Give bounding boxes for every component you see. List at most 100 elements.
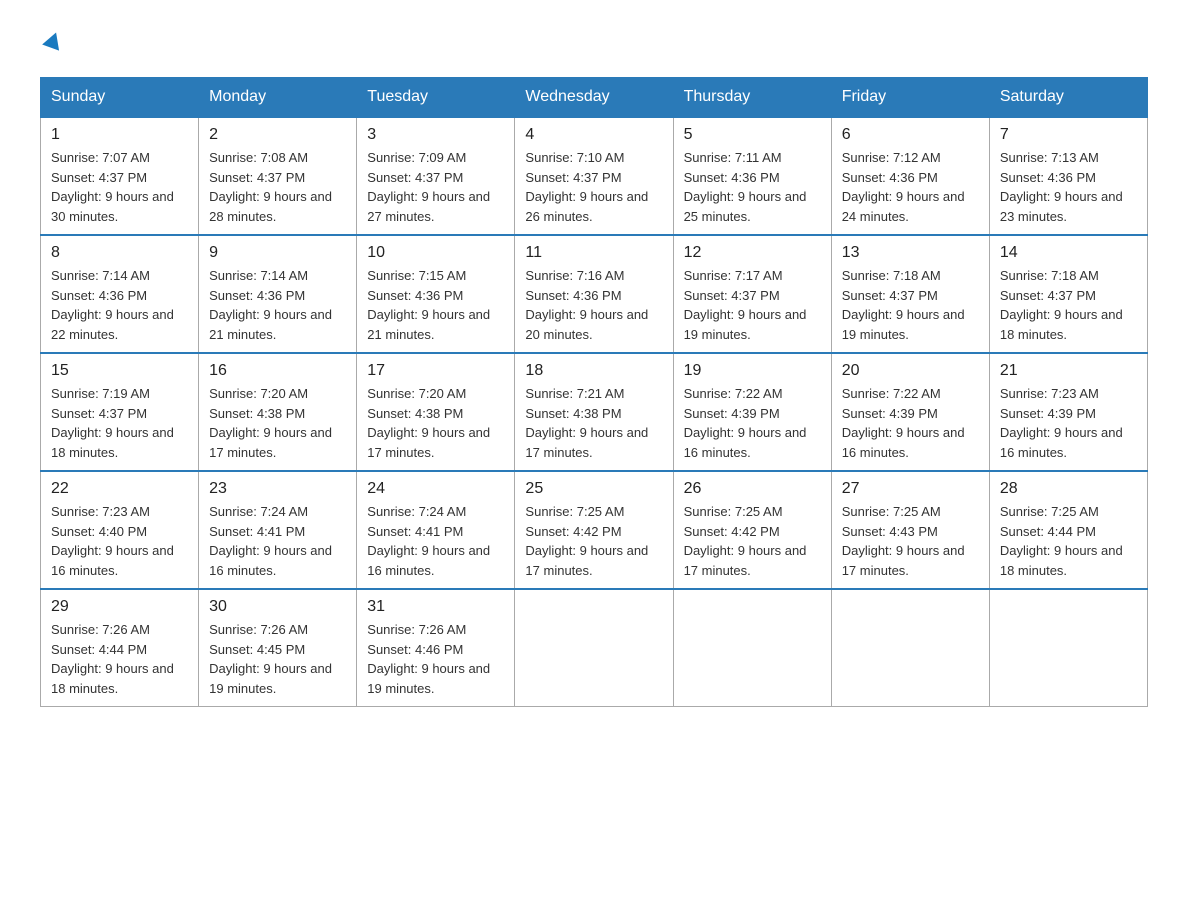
day-number: 10 [367, 244, 504, 262]
day-number: 20 [842, 362, 979, 380]
day-number: 13 [842, 244, 979, 262]
calendar-cell: 15 Sunrise: 7:19 AMSunset: 4:37 PMDaylig… [41, 353, 199, 471]
day-number: 16 [209, 362, 346, 380]
calendar-cell: 16 Sunrise: 7:20 AMSunset: 4:38 PMDaylig… [199, 353, 357, 471]
logo [40, 30, 64, 57]
calendar-cell: 31 Sunrise: 7:26 AMSunset: 4:46 PMDaylig… [357, 589, 515, 707]
day-number: 19 [684, 362, 821, 380]
day-info: Sunrise: 7:24 AMSunset: 4:41 PMDaylight:… [209, 502, 346, 580]
day-number: 30 [209, 598, 346, 616]
weekday-header-sunday: Sunday [41, 78, 199, 118]
day-info: Sunrise: 7:25 AMSunset: 4:43 PMDaylight:… [842, 502, 979, 580]
day-info: Sunrise: 7:21 AMSunset: 4:38 PMDaylight:… [525, 384, 662, 462]
calendar-cell: 17 Sunrise: 7:20 AMSunset: 4:38 PMDaylig… [357, 353, 515, 471]
calendar-cell: 22 Sunrise: 7:23 AMSunset: 4:40 PMDaylig… [41, 471, 199, 589]
day-info: Sunrise: 7:17 AMSunset: 4:37 PMDaylight:… [684, 266, 821, 344]
calendar-cell [831, 589, 989, 707]
calendar-cell [673, 589, 831, 707]
weekday-header-wednesday: Wednesday [515, 78, 673, 118]
day-number: 12 [684, 244, 821, 262]
day-number: 3 [367, 126, 504, 144]
day-info: Sunrise: 7:11 AMSunset: 4:36 PMDaylight:… [684, 148, 821, 226]
day-info: Sunrise: 7:16 AMSunset: 4:36 PMDaylight:… [525, 266, 662, 344]
day-info: Sunrise: 7:23 AMSunset: 4:39 PMDaylight:… [1000, 384, 1137, 462]
day-number: 25 [525, 480, 662, 498]
day-number: 24 [367, 480, 504, 498]
day-number: 4 [525, 126, 662, 144]
day-number: 27 [842, 480, 979, 498]
day-info: Sunrise: 7:18 AMSunset: 4:37 PMDaylight:… [1000, 266, 1137, 344]
calendar-cell: 23 Sunrise: 7:24 AMSunset: 4:41 PMDaylig… [199, 471, 357, 589]
day-info: Sunrise: 7:20 AMSunset: 4:38 PMDaylight:… [209, 384, 346, 462]
calendar-week-5: 29 Sunrise: 7:26 AMSunset: 4:44 PMDaylig… [41, 589, 1148, 707]
day-info: Sunrise: 7:24 AMSunset: 4:41 PMDaylight:… [367, 502, 504, 580]
day-number: 18 [525, 362, 662, 380]
day-info: Sunrise: 7:25 AMSunset: 4:44 PMDaylight:… [1000, 502, 1137, 580]
calendar-cell: 20 Sunrise: 7:22 AMSunset: 4:39 PMDaylig… [831, 353, 989, 471]
day-number: 15 [51, 362, 188, 380]
day-info: Sunrise: 7:13 AMSunset: 4:36 PMDaylight:… [1000, 148, 1137, 226]
day-number: 8 [51, 244, 188, 262]
calendar-cell: 6 Sunrise: 7:12 AMSunset: 4:36 PMDayligh… [831, 117, 989, 235]
day-number: 1 [51, 126, 188, 144]
calendar-cell: 27 Sunrise: 7:25 AMSunset: 4:43 PMDaylig… [831, 471, 989, 589]
calendar-week-3: 15 Sunrise: 7:19 AMSunset: 4:37 PMDaylig… [41, 353, 1148, 471]
calendar-cell [515, 589, 673, 707]
day-info: Sunrise: 7:22 AMSunset: 4:39 PMDaylight:… [684, 384, 821, 462]
day-info: Sunrise: 7:12 AMSunset: 4:36 PMDaylight:… [842, 148, 979, 226]
calendar-cell: 12 Sunrise: 7:17 AMSunset: 4:37 PMDaylig… [673, 235, 831, 353]
day-number: 2 [209, 126, 346, 144]
page-header [40, 30, 1148, 57]
calendar-cell: 18 Sunrise: 7:21 AMSunset: 4:38 PMDaylig… [515, 353, 673, 471]
day-info: Sunrise: 7:14 AMSunset: 4:36 PMDaylight:… [209, 266, 346, 344]
calendar-cell: 13 Sunrise: 7:18 AMSunset: 4:37 PMDaylig… [831, 235, 989, 353]
day-number: 17 [367, 362, 504, 380]
calendar-cell: 26 Sunrise: 7:25 AMSunset: 4:42 PMDaylig… [673, 471, 831, 589]
calendar-cell: 1 Sunrise: 7:07 AMSunset: 4:37 PMDayligh… [41, 117, 199, 235]
day-number: 11 [525, 244, 662, 262]
day-info: Sunrise: 7:14 AMSunset: 4:36 PMDaylight:… [51, 266, 188, 344]
calendar-cell: 9 Sunrise: 7:14 AMSunset: 4:36 PMDayligh… [199, 235, 357, 353]
day-info: Sunrise: 7:09 AMSunset: 4:37 PMDaylight:… [367, 148, 504, 226]
calendar-cell: 5 Sunrise: 7:11 AMSunset: 4:36 PMDayligh… [673, 117, 831, 235]
weekday-header-saturday: Saturday [989, 78, 1147, 118]
day-number: 29 [51, 598, 188, 616]
day-number: 14 [1000, 244, 1137, 262]
day-info: Sunrise: 7:15 AMSunset: 4:36 PMDaylight:… [367, 266, 504, 344]
day-info: Sunrise: 7:25 AMSunset: 4:42 PMDaylight:… [684, 502, 821, 580]
day-info: Sunrise: 7:07 AMSunset: 4:37 PMDaylight:… [51, 148, 188, 226]
weekday-header-friday: Friday [831, 78, 989, 118]
calendar-cell: 28 Sunrise: 7:25 AMSunset: 4:44 PMDaylig… [989, 471, 1147, 589]
day-info: Sunrise: 7:20 AMSunset: 4:38 PMDaylight:… [367, 384, 504, 462]
weekday-header-thursday: Thursday [673, 78, 831, 118]
day-info: Sunrise: 7:18 AMSunset: 4:37 PMDaylight:… [842, 266, 979, 344]
calendar-cell: 10 Sunrise: 7:15 AMSunset: 4:36 PMDaylig… [357, 235, 515, 353]
day-number: 28 [1000, 480, 1137, 498]
calendar-cell: 25 Sunrise: 7:25 AMSunset: 4:42 PMDaylig… [515, 471, 673, 589]
calendar-week-2: 8 Sunrise: 7:14 AMSunset: 4:36 PMDayligh… [41, 235, 1148, 353]
day-info: Sunrise: 7:08 AMSunset: 4:37 PMDaylight:… [209, 148, 346, 226]
calendar-cell: 7 Sunrise: 7:13 AMSunset: 4:36 PMDayligh… [989, 117, 1147, 235]
day-info: Sunrise: 7:26 AMSunset: 4:46 PMDaylight:… [367, 620, 504, 698]
calendar-cell: 21 Sunrise: 7:23 AMSunset: 4:39 PMDaylig… [989, 353, 1147, 471]
calendar-cell: 4 Sunrise: 7:10 AMSunset: 4:37 PMDayligh… [515, 117, 673, 235]
calendar-cell: 19 Sunrise: 7:22 AMSunset: 4:39 PMDaylig… [673, 353, 831, 471]
day-number: 23 [209, 480, 346, 498]
calendar-header-row: SundayMondayTuesdayWednesdayThursdayFrid… [41, 78, 1148, 118]
day-number: 26 [684, 480, 821, 498]
day-number: 9 [209, 244, 346, 262]
calendar-cell: 3 Sunrise: 7:09 AMSunset: 4:37 PMDayligh… [357, 117, 515, 235]
day-number: 6 [842, 126, 979, 144]
day-number: 5 [684, 126, 821, 144]
day-number: 31 [367, 598, 504, 616]
calendar-week-1: 1 Sunrise: 7:07 AMSunset: 4:37 PMDayligh… [41, 117, 1148, 235]
day-info: Sunrise: 7:23 AMSunset: 4:40 PMDaylight:… [51, 502, 188, 580]
day-info: Sunrise: 7:25 AMSunset: 4:42 PMDaylight:… [525, 502, 662, 580]
logo-arrow-icon [42, 30, 64, 52]
day-number: 7 [1000, 126, 1137, 144]
day-info: Sunrise: 7:26 AMSunset: 4:45 PMDaylight:… [209, 620, 346, 698]
calendar-cell: 14 Sunrise: 7:18 AMSunset: 4:37 PMDaylig… [989, 235, 1147, 353]
calendar-cell: 24 Sunrise: 7:24 AMSunset: 4:41 PMDaylig… [357, 471, 515, 589]
calendar-cell: 8 Sunrise: 7:14 AMSunset: 4:36 PMDayligh… [41, 235, 199, 353]
calendar-table: SundayMondayTuesdayWednesdayThursdayFrid… [40, 77, 1148, 707]
